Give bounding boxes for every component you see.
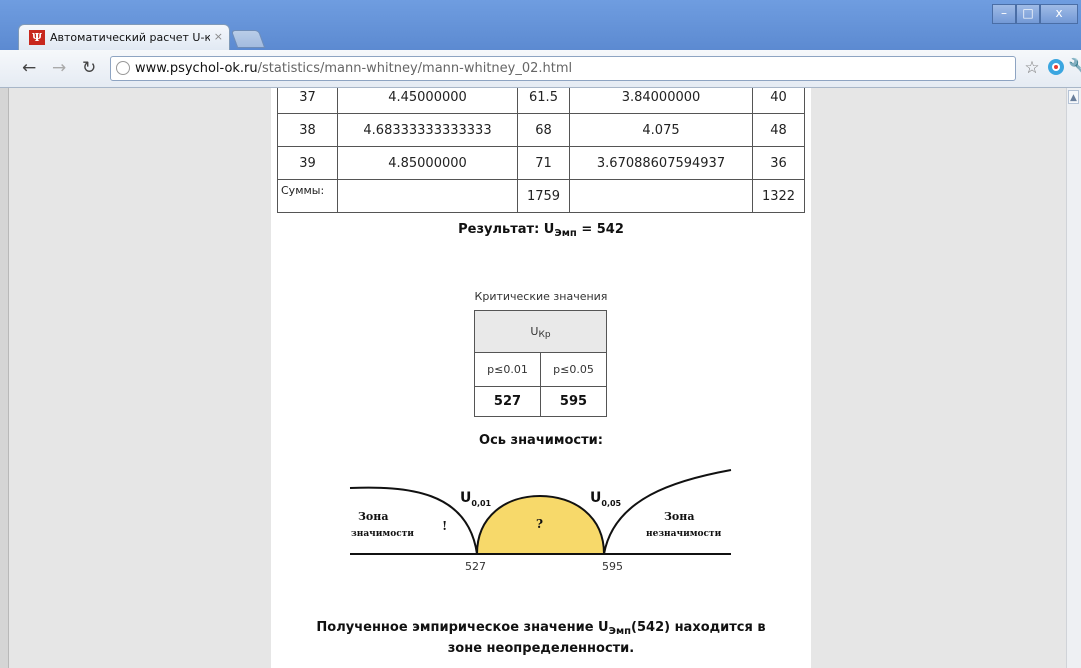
tick-label-595: 595 <box>602 560 623 573</box>
back-arrow-icon[interactable]: ← <box>22 58 36 78</box>
table-cell: 38 <box>277 113 338 147</box>
table-cell: 48 <box>752 113 805 147</box>
conclusion-part1: Полученное эмпирическое значение U <box>316 620 609 635</box>
tick-label-527: 527 <box>465 560 486 573</box>
critical-value-001: 527 <box>474 386 541 417</box>
zone-left-word1: Зона <box>358 510 388 523</box>
zone-left-word2: значимости <box>351 529 414 539</box>
u001-symbol: U0,01 <box>460 490 492 508</box>
psi-favicon-icon: Ψ <box>29 30 45 45</box>
new-tab-button[interactable] <box>230 30 266 48</box>
question-mark: ? <box>536 517 543 531</box>
critical-caption: Критические значения <box>474 290 608 303</box>
critical-header: UКр <box>474 310 607 353</box>
critical-values-table: UКр p≤0.01 p≤0.05 527 595 <box>474 310 607 417</box>
table-cell: 3.67088607594937 <box>569 146 753 180</box>
result-subscript: Эмп <box>554 228 577 239</box>
table-row: 38 4.68333333333333 68 4.075 48 <box>277 113 805 147</box>
zone-right-word2: незначимости <box>646 529 722 539</box>
u001-sub: 0,01 <box>471 499 491 508</box>
scroll-up-icon[interactable]: ▲ <box>1068 90 1079 104</box>
table-row: 37 4.45000000 61.5 3.84000000 40 <box>277 88 805 114</box>
ranks-table: 37 4.45000000 61.5 3.84000000 40 38 4.68… <box>277 88 805 213</box>
table-row: 39 4.85000000 71 3.67088607594937 36 <box>277 146 805 180</box>
u005-sub: 0,05 <box>601 499 621 508</box>
table-cell: 68 <box>517 113 570 147</box>
p005-label: p≤0.05 <box>540 352 607 387</box>
table-cell: 36 <box>752 146 805 180</box>
table-cell: 39 <box>277 146 338 180</box>
vertical-scrollbar[interactable]: ▲ <box>1066 88 1081 668</box>
significance-axis-diagram: Зона значимости Зона незначимости U0,01 … <box>349 469 732 573</box>
table-cell: 4.68333333333333 <box>337 113 518 147</box>
browser-title-bar: Ψ Автоматический расчет U-кр × – □ x <box>0 0 1081 50</box>
page-content: 37 4.45000000 61.5 3.84000000 40 38 4.68… <box>271 88 811 668</box>
result-line: Результат: UЭмп = 542 <box>271 222 811 239</box>
forward-arrow-icon[interactable]: → <box>52 58 66 78</box>
table-cell: 61.5 <box>517 88 570 114</box>
critical-value-005: 595 <box>540 386 607 417</box>
minimize-button[interactable]: – <box>992 4 1016 24</box>
url-host: www.psychol-ok.ru <box>135 61 258 76</box>
url-text[interactable]: www.psychol-ok.ru/statistics/mann-whitne… <box>135 61 572 76</box>
browser-tab[interactable]: Ψ Автоматический расчет U-кр × <box>18 24 230 50</box>
table-cell: 4.45000000 <box>337 88 518 114</box>
wrench-icon[interactable]: 🔧 <box>1068 58 1081 78</box>
page-viewport: ▲ 37 4.45000000 61.5 3.84000000 40 38 4.… <box>0 88 1081 668</box>
tab-close-icon[interactable]: × <box>214 30 223 43</box>
exclamation-mark: ! <box>442 519 447 533</box>
table-cell: 4.075 <box>569 113 753 147</box>
table-cell <box>569 179 753 213</box>
axis-title: Ось значимости: <box>479 433 603 448</box>
tab-title: Автоматический расчет U-кр <box>50 31 210 44</box>
star-icon[interactable]: ☆ <box>1022 58 1042 78</box>
url-path: /statistics/mann-whitney/mann-whitney_02… <box>257 61 573 76</box>
table-cell: 4.85000000 <box>337 146 518 180</box>
critical-header-sub: Кр <box>538 330 551 340</box>
conclusion-line2: зоне неопределенности. <box>447 641 635 656</box>
browser-toolbar: ← → ↻ www.psychol-ok.ru/statistics/mann-… <box>0 50 1081 88</box>
window-left-edge <box>0 88 9 668</box>
reload-icon[interactable]: ↻ <box>82 58 96 78</box>
maximize-button[interactable]: □ <box>1016 4 1040 24</box>
u001-main: U <box>460 490 471 506</box>
sum-rank1: 1759 <box>517 179 570 213</box>
sums-row: Суммы: 1759 1322 <box>277 179 805 213</box>
result-label: Результат: U <box>458 222 555 237</box>
close-window-button[interactable]: x <box>1040 4 1078 24</box>
u005-main: U <box>590 490 601 506</box>
skype-icon[interactable] <box>1046 58 1066 78</box>
address-bar[interactable]: www.psychol-ok.ru/statistics/mann-whitne… <box>110 56 1016 81</box>
sum-rank2: 1322 <box>752 179 805 213</box>
table-cell <box>337 179 518 213</box>
p001-label: p≤0.01 <box>474 352 541 387</box>
table-cell: 71 <box>517 146 570 180</box>
globe-icon <box>116 61 130 75</box>
table-cell: 40 <box>752 88 805 114</box>
table-cell: 37 <box>277 88 338 114</box>
table-cell: 3.84000000 <box>569 88 753 114</box>
zone-right-word1: Зона <box>664 510 694 523</box>
sums-label: Суммы: <box>277 179 338 213</box>
conclusion-text: Полученное эмпирическое значение UЭмп(54… <box>271 618 811 659</box>
conclusion-subscript: Эмп <box>608 626 632 637</box>
result-value: = 542 <box>581 222 624 237</box>
conclusion-part2: (542) находится в <box>631 620 766 635</box>
u005-symbol: U0,05 <box>590 490 622 508</box>
